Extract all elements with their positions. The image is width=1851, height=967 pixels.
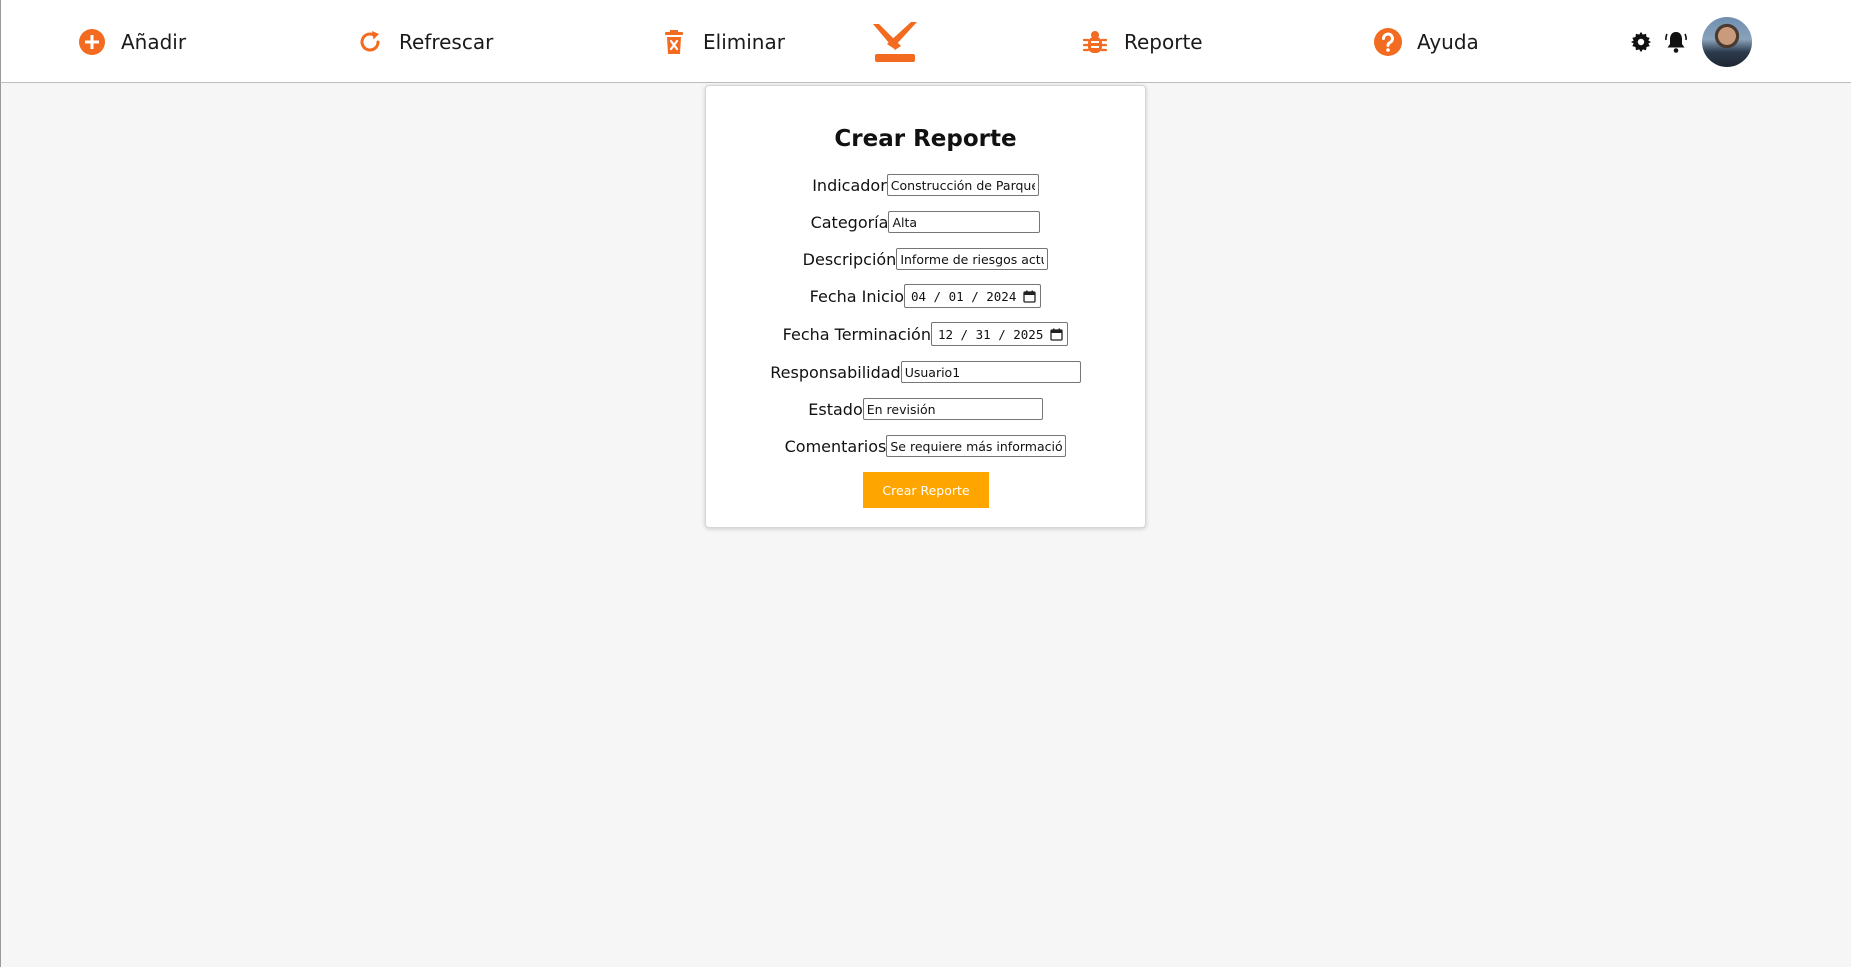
calendar-icon[interactable]: [1022, 289, 1036, 303]
delete-button-label: Eliminar: [703, 30, 785, 54]
create-report-button[interactable]: Crear Reporte: [863, 472, 989, 508]
report-button[interactable]: Reporte: [1080, 24, 1203, 60]
question-circle-icon: [1373, 27, 1403, 57]
categoria-label: Categoría: [810, 212, 889, 232]
form-row-fecha-terminacion: Fecha Terminación 12 / 31 / 2025: [706, 322, 1145, 346]
fecha-inicio-input[interactable]: 04 / 01 / 2024: [903, 284, 1042, 308]
bug-icon: [1080, 27, 1110, 57]
estado-input[interactable]: [862, 398, 1043, 420]
form-row-fecha-inicio: Fecha Inicio 04 / 01 / 2024: [706, 284, 1145, 308]
categoria-input[interactable]: [888, 211, 1041, 233]
fecha-inicio-label: Fecha Inicio: [809, 286, 904, 306]
create-report-card: Crear Reporte Indicador Categoría Descri…: [705, 85, 1146, 528]
fecha-terminacion-value: 12 / 31 / 2025: [937, 326, 1044, 342]
brand-logo-icon[interactable]: [873, 22, 917, 64]
descripcion-label: Descripción: [802, 249, 897, 269]
form-row-estado: Estado: [706, 397, 1145, 421]
left-border: [0, 83, 1, 967]
top-navigation-bar: Añadir Refrescar Eliminar Reporte Ayuda: [0, 0, 1851, 83]
refresh-icon: [355, 27, 385, 57]
trash-icon: [659, 27, 689, 57]
bell-icon[interactable]: [1664, 30, 1688, 54]
descripcion-input[interactable]: [896, 248, 1049, 270]
indicador-input[interactable]: [886, 174, 1039, 196]
comentarios-label: Comentarios: [784, 436, 887, 456]
refresh-button[interactable]: Refrescar: [355, 24, 493, 60]
form-row-comentarios: Comentarios: [706, 434, 1145, 458]
responsabilidad-input[interactable]: [900, 361, 1081, 383]
delete-button[interactable]: Eliminar: [659, 24, 785, 60]
user-avatar[interactable]: [1702, 17, 1752, 67]
form-row-categoria: Categoría: [706, 210, 1145, 234]
indicador-label: Indicador: [812, 175, 887, 195]
calendar-icon[interactable]: [1049, 327, 1063, 341]
fecha-inicio-value: 04 / 01 / 2024: [910, 288, 1017, 304]
form-row-responsabilidad: Responsabilidad: [706, 360, 1145, 384]
add-button-label: Añadir: [121, 30, 187, 54]
form-row-descripcion: Descripción: [706, 247, 1145, 271]
add-button[interactable]: Añadir: [77, 24, 186, 60]
plus-circle-icon: [77, 27, 107, 57]
fecha-terminacion-input[interactable]: 12 / 31 / 2025: [930, 322, 1069, 346]
gear-icon[interactable]: [1629, 30, 1653, 54]
help-button-label: Ayuda: [1417, 30, 1479, 54]
comentarios-input[interactable]: [886, 435, 1067, 457]
responsabilidad-label: Responsabilidad: [770, 362, 901, 382]
fecha-terminacion-label: Fecha Terminación: [782, 324, 931, 344]
estado-label: Estado: [808, 399, 863, 419]
form-title: Crear Reporte: [834, 126, 1017, 152]
refresh-button-label: Refrescar: [399, 30, 494, 54]
form-row-indicador: Indicador: [706, 173, 1145, 197]
help-button[interactable]: Ayuda: [1373, 24, 1479, 60]
report-button-label: Reporte: [1124, 30, 1203, 54]
